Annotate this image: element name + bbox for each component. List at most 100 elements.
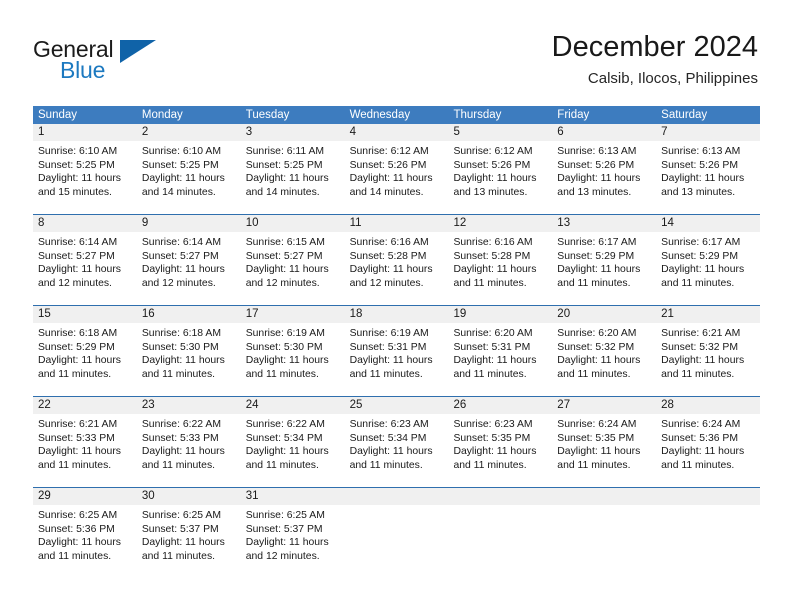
sunrise-line: Sunrise: 6:20 AM xyxy=(453,328,533,339)
day-details: Sunrise: 6:18 AM Sunset: 5:29 PM Dayligh… xyxy=(33,323,137,389)
daylight-line-1: Daylight: 11 hours xyxy=(557,173,641,185)
weekday-wednesday: Wednesday xyxy=(349,109,411,121)
day-cell[interactable]: 11 Sunrise: 6:16 AM Sunset: 5:28 PM Dayl… xyxy=(344,215,449,298)
day-cell[interactable]: 17 Sunrise: 6:19 AM Sunset: 5:30 PM Dayl… xyxy=(240,306,345,389)
daylight-line-2: and 11 minutes. xyxy=(141,459,216,471)
daylight-line-2: and 11 minutes. xyxy=(349,459,423,471)
sunrise-line: Sunrise: 6:11 AM xyxy=(245,146,325,157)
day-cell[interactable]: 27 Sunrise: 6:24 AM Sunset: 5:35 PM Dayl… xyxy=(552,397,657,480)
daylight-line-1: Daylight: 11 hours xyxy=(453,264,537,276)
day-cell[interactable]: 26 Sunrise: 6:23 AM Sunset: 5:35 PM Dayl… xyxy=(448,397,553,480)
day-cell[interactable]: 30 Sunrise: 6:25 AM Sunset: 5:37 PM Dayl… xyxy=(136,488,241,571)
sunset-line: Sunset: 5:36 PM xyxy=(661,432,738,444)
sunrise-line: Sunrise: 6:14 AM xyxy=(38,237,118,248)
day-cell[interactable]: 6 Sunrise: 6:13 AM Sunset: 5:26 PM Dayli… xyxy=(552,124,657,207)
day-cell[interactable]: 10 Sunrise: 6:15 AM Sunset: 5:27 PM Dayl… xyxy=(240,215,345,298)
day-details: Sunrise: 6:19 AM Sunset: 5:30 PM Dayligh… xyxy=(241,323,345,389)
day-cell[interactable]: 1 Sunrise: 6:10 AM Sunset: 5:25 PM Dayli… xyxy=(33,124,137,207)
day-number: 6 xyxy=(552,124,657,141)
day-cell[interactable]: 14 Sunrise: 6:17 AM Sunset: 5:29 PM Dayl… xyxy=(656,215,761,298)
page-header: General Blue December 2024 Calsib, Iloco… xyxy=(0,0,792,100)
day-details xyxy=(552,505,656,571)
day-cell[interactable]: 8 Sunrise: 6:14 AM Sunset: 5:27 PM Dayli… xyxy=(33,215,137,298)
daylight-line-2: and 13 minutes. xyxy=(661,186,736,198)
day-cell[interactable]: 25 Sunrise: 6:23 AM Sunset: 5:34 PM Dayl… xyxy=(344,397,449,480)
daylight-line-2: and 11 minutes. xyxy=(141,368,216,380)
day-cell[interactable]: 20 Sunrise: 6:20 AM Sunset: 5:32 PM Dayl… xyxy=(552,306,657,389)
day-cell[interactable]: 24 Sunrise: 6:22 AM Sunset: 5:34 PM Dayl… xyxy=(240,397,345,480)
page-title: December 2024 xyxy=(551,31,758,63)
day-number: 18 xyxy=(344,306,449,323)
daylight-line-2: and 11 minutes. xyxy=(557,459,631,471)
generalblue-logo[interactable]: General Blue xyxy=(33,36,233,90)
calendar-page: General Blue December 2024 Calsib, Iloco… xyxy=(0,0,792,612)
day-cell[interactable]: 19 Sunrise: 6:20 AM Sunset: 5:31 PM Dayl… xyxy=(448,306,553,389)
sunrise-line: Sunrise: 6:22 AM xyxy=(245,419,325,430)
day-cell[interactable]: 15 Sunrise: 6:18 AM Sunset: 5:29 PM Dayl… xyxy=(33,306,137,389)
day-details: Sunrise: 6:24 AM Sunset: 5:35 PM Dayligh… xyxy=(552,414,656,480)
sunrise-line: Sunrise: 6:10 AM xyxy=(38,146,118,157)
daylight-line-2: and 12 minutes. xyxy=(349,277,424,289)
day-number: 29 xyxy=(33,488,137,505)
location-subtitle: Calsib, Ilocos, Philippines xyxy=(587,70,758,87)
sunset-line: Sunset: 5:27 PM xyxy=(141,250,219,262)
daylight-line-2: and 13 minutes. xyxy=(453,186,528,198)
day-details: Sunrise: 6:23 AM Sunset: 5:35 PM Dayligh… xyxy=(448,414,552,480)
day-number: 22 xyxy=(33,397,137,414)
day-number: 25 xyxy=(344,397,449,414)
day-cell[interactable]: 9 Sunrise: 6:14 AM Sunset: 5:27 PM Dayli… xyxy=(136,215,241,298)
day-cell[interactable]: 23 Sunrise: 6:22 AM Sunset: 5:33 PM Dayl… xyxy=(136,397,241,480)
day-number: 21 xyxy=(656,306,761,323)
sunset-line: Sunset: 5:27 PM xyxy=(245,250,323,262)
logo-text-blue: Blue xyxy=(60,57,106,83)
day-cell[interactable]: 3 Sunrise: 6:11 AM Sunset: 5:25 PM Dayli… xyxy=(240,124,345,207)
day-details: Sunrise: 6:10 AM Sunset: 5:25 PM Dayligh… xyxy=(33,141,137,207)
sunrise-line: Sunrise: 6:20 AM xyxy=(557,328,637,339)
daylight-line-1: Daylight: 11 hours xyxy=(557,355,641,367)
week-row: 1 Sunrise: 6:10 AM Sunset: 5:25 PM Dayli… xyxy=(33,124,761,207)
sunset-line: Sunset: 5:26 PM xyxy=(453,159,531,171)
day-cell[interactable]: 5 Sunrise: 6:12 AM Sunset: 5:26 PM Dayli… xyxy=(448,124,553,207)
day-number xyxy=(552,488,657,505)
daylight-line-2: and 13 minutes. xyxy=(557,186,632,198)
day-cell[interactable]: 12 Sunrise: 6:16 AM Sunset: 5:28 PM Dayl… xyxy=(448,215,553,298)
daylight-line-1: Daylight: 11 hours xyxy=(349,173,433,185)
sunset-line: Sunset: 5:34 PM xyxy=(349,432,427,444)
day-details: Sunrise: 6:12 AM Sunset: 5:26 PM Dayligh… xyxy=(345,141,449,207)
sunset-line: Sunset: 5:30 PM xyxy=(245,341,323,353)
daylight-line-2: and 11 minutes. xyxy=(38,368,112,380)
day-cell[interactable]: 22 Sunrise: 6:21 AM Sunset: 5:33 PM Dayl… xyxy=(33,397,137,480)
day-cell[interactable]: 21 Sunrise: 6:21 AM Sunset: 5:32 PM Dayl… xyxy=(656,306,761,389)
day-cell[interactable]: 29 Sunrise: 6:25 AM Sunset: 5:36 PM Dayl… xyxy=(33,488,137,571)
day-cell[interactable]: 18 Sunrise: 6:19 AM Sunset: 5:31 PM Dayl… xyxy=(344,306,449,389)
daylight-line-1: Daylight: 11 hours xyxy=(453,355,537,367)
day-number: 28 xyxy=(656,397,761,414)
day-cell[interactable]: 28 Sunrise: 6:24 AM Sunset: 5:36 PM Dayl… xyxy=(656,397,761,480)
daylight-line-1: Daylight: 11 hours xyxy=(453,446,537,458)
calendar-grid: Sunday Monday Tuesday Wednesday Thursday… xyxy=(33,106,761,571)
weekday-thursday: Thursday xyxy=(453,109,502,121)
sunset-line: Sunset: 5:32 PM xyxy=(557,341,635,353)
day-number: 30 xyxy=(136,488,241,505)
day-number: 27 xyxy=(552,397,657,414)
sunrise-line: Sunrise: 6:12 AM xyxy=(453,146,533,157)
sunrise-line: Sunrise: 6:13 AM xyxy=(661,146,741,157)
sunset-line: Sunset: 5:35 PM xyxy=(557,432,635,444)
sunset-line: Sunset: 5:29 PM xyxy=(38,341,115,353)
week-row: 8 Sunrise: 6:14 AM Sunset: 5:27 PM Dayli… xyxy=(33,214,761,298)
day-cell[interactable]: 2 Sunrise: 6:10 AM Sunset: 5:25 PM Dayli… xyxy=(136,124,241,207)
week-row: 15 Sunrise: 6:18 AM Sunset: 5:29 PM Dayl… xyxy=(33,305,761,389)
sunrise-line: Sunrise: 6:21 AM xyxy=(38,419,118,430)
daylight-line-1: Daylight: 11 hours xyxy=(141,355,225,367)
sunrise-line: Sunrise: 6:17 AM xyxy=(557,237,637,248)
day-number xyxy=(344,488,449,505)
day-cell[interactable]: 16 Sunrise: 6:18 AM Sunset: 5:30 PM Dayl… xyxy=(136,306,241,389)
day-cell[interactable]: 4 Sunrise: 6:12 AM Sunset: 5:26 PM Dayli… xyxy=(344,124,449,207)
daylight-line-2: and 14 minutes. xyxy=(141,186,216,198)
day-cell[interactable]: 31 Sunrise: 6:25 AM Sunset: 5:37 PM Dayl… xyxy=(240,488,345,571)
day-cell[interactable]: 13 Sunrise: 6:17 AM Sunset: 5:29 PM Dayl… xyxy=(552,215,657,298)
sunset-line: Sunset: 5:26 PM xyxy=(557,159,635,171)
sunset-line: Sunset: 5:25 PM xyxy=(38,159,115,171)
sunrise-line: Sunrise: 6:19 AM xyxy=(245,328,325,339)
day-cell[interactable]: 7 Sunrise: 6:13 AM Sunset: 5:26 PM Dayli… xyxy=(656,124,761,207)
